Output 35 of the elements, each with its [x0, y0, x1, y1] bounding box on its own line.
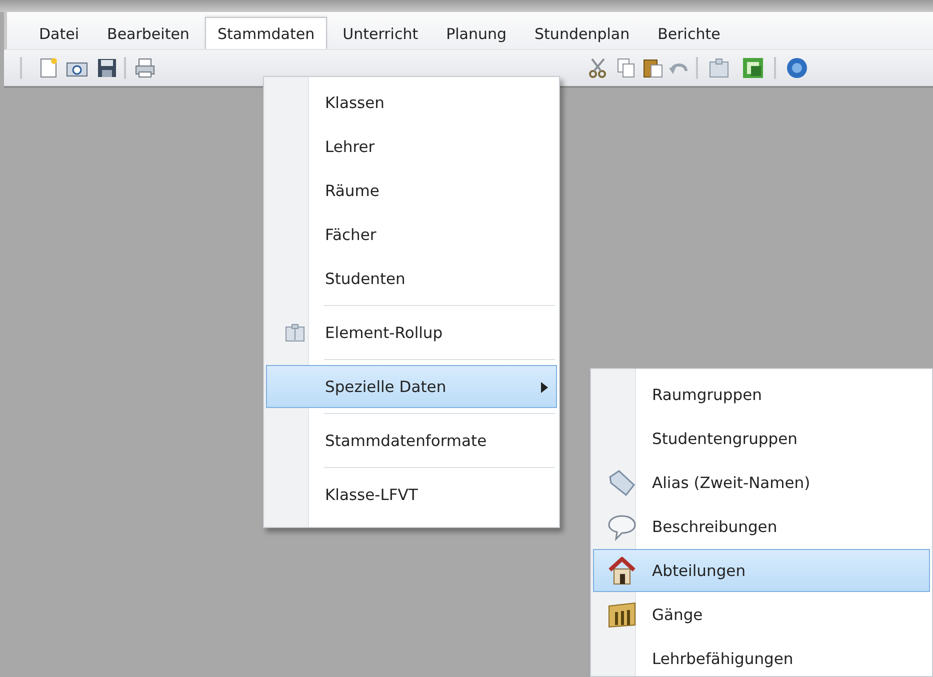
menu-item[interactable]: Berichte [646, 17, 732, 49]
menu-item[interactable]: Element-Rollup [266, 311, 557, 354]
menu-item[interactable]: Lehrer [266, 125, 557, 168]
spreadsheet-icon[interactable] [742, 57, 764, 79]
menu-item[interactable]: Räume [266, 169, 557, 212]
printer-icon[interactable] [134, 57, 156, 79]
menu-item[interactable]: Abteilungen [593, 549, 930, 592]
menu-item[interactable]: Raumgruppen [593, 373, 930, 416]
menu-item[interactable]: Stammdaten [205, 17, 327, 49]
menu-item[interactable]: Datei [27, 17, 92, 49]
save-icon[interactable] [96, 57, 118, 79]
menu-item[interactable]: Planung [434, 17, 519, 49]
info-icon[interactable] [786, 57, 808, 79]
clipboard-icon [285, 324, 305, 342]
copy-icon[interactable] [615, 57, 637, 79]
menu-item[interactable]: Unterricht [330, 17, 430, 49]
menu-item[interactable]: Spezielle Daten [266, 365, 557, 408]
menu-item[interactable]: Studentengruppen [593, 417, 930, 460]
menu-item[interactable]: Studenten [266, 257, 557, 300]
menu-item[interactable]: Fächer [266, 213, 557, 256]
corridor-icon [607, 602, 637, 628]
menu-item[interactable]: Klassen [266, 81, 557, 124]
menu-item[interactable]: Lehrbefähigungen [593, 637, 930, 677]
clipboard-icon[interactable] [708, 57, 730, 79]
menu-item[interactable]: Beschreibungen [593, 505, 930, 548]
menu-item[interactable]: Alias (Zweit-Namen) [593, 461, 930, 504]
house-icon [607, 556, 637, 586]
menu-item[interactable]: Klasse-LFVT [266, 473, 557, 516]
tag-icon [607, 468, 637, 496]
menu-item[interactable]: Bearbeiten [95, 17, 202, 49]
menu-item[interactable]: Stundenplan [522, 17, 642, 49]
menu-item[interactable]: Stammdatenformate [266, 419, 557, 462]
menu-item[interactable]: Gänge [593, 593, 930, 636]
new-document-icon[interactable] [38, 57, 60, 79]
paste-icon[interactable] [642, 57, 664, 79]
